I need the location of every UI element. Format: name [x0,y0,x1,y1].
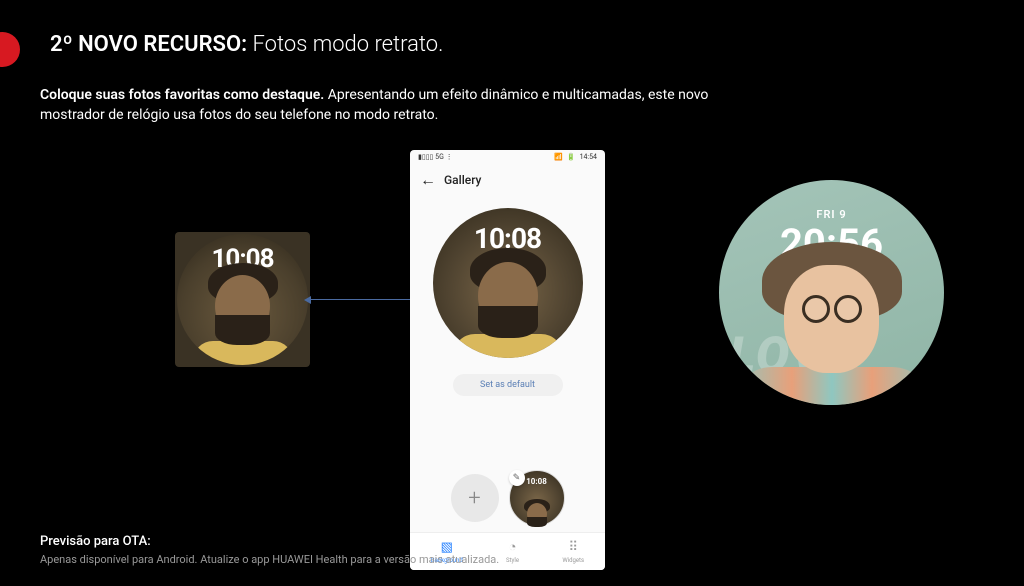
status-bar: ▮▯▯▯ 5G ⋮ 📶 🔋 14:54 [410,150,605,164]
tab-widgets[interactable]: ⠿ Widgets [562,539,584,564]
widgets-icon: ⠿ [565,539,581,555]
status-wifi-icon: 📶 [554,153,563,161]
status-signal-icon: ▮▯▯▯ 5G ⋮ [418,153,453,161]
style-icon: ◔ [505,539,521,555]
watchface-example-round: FRI 9 20:56 LOVE [719,180,944,405]
glasses-icon [800,295,864,327]
set-default-button[interactable]: Set as default [453,374,563,396]
title-bold: 2º NOVO RECURSO: [50,32,247,57]
portrait-person [453,248,563,358]
portrait-person [193,263,293,365]
ota-note: Previsão para OTA: Apenas disponível par… [40,532,499,568]
portrait-person [524,499,550,527]
portrait-person-2 [732,242,932,405]
watchface-square-preview: 10:08 [175,232,310,367]
thumbnail-row: + ✎ 10:08 [410,470,605,526]
screen-title: Gallery [444,173,481,187]
accent-dot [0,32,20,67]
tab-label: Widgets [562,557,584,564]
photo-thumbnail[interactable]: ✎ 10:08 [509,470,565,526]
watchface-circle: 10:08 [177,234,308,365]
edit-icon[interactable]: ✎ [509,470,525,486]
title-rest: Fotos modo retrato. [247,32,443,57]
ota-label: Previsão para OTA: [40,532,499,552]
desc-bold: Coloque suas fotos favoritas como destaq… [40,87,324,103]
status-time: 14:54 [580,153,597,161]
tab-label: Style [506,557,519,564]
slide-title: 2º NOVO RECURSO: Fotos modo retrato. [50,32,443,57]
arrow-icon [310,299,410,300]
add-photo-button[interactable]: + [451,474,499,522]
ota-text: Apenas disponível para Android. Atualize… [40,552,499,569]
tab-style[interactable]: ◔ Style [505,539,521,564]
phone-mockup: ▮▯▯▯ 5G ⋮ 📶 🔋 14:54 ← Gallery 10:08 Set as… [410,150,605,570]
thumb-time: 10:08 [526,477,547,486]
watchface-preview-large[interactable]: 10:08 [433,208,583,358]
app-topbar: ← Gallery [410,164,605,196]
status-battery-icon: 🔋 [567,153,576,161]
back-icon[interactable]: ← [420,170,436,190]
slide-description: Coloque suas fotos favoritas como destaq… [40,86,740,125]
